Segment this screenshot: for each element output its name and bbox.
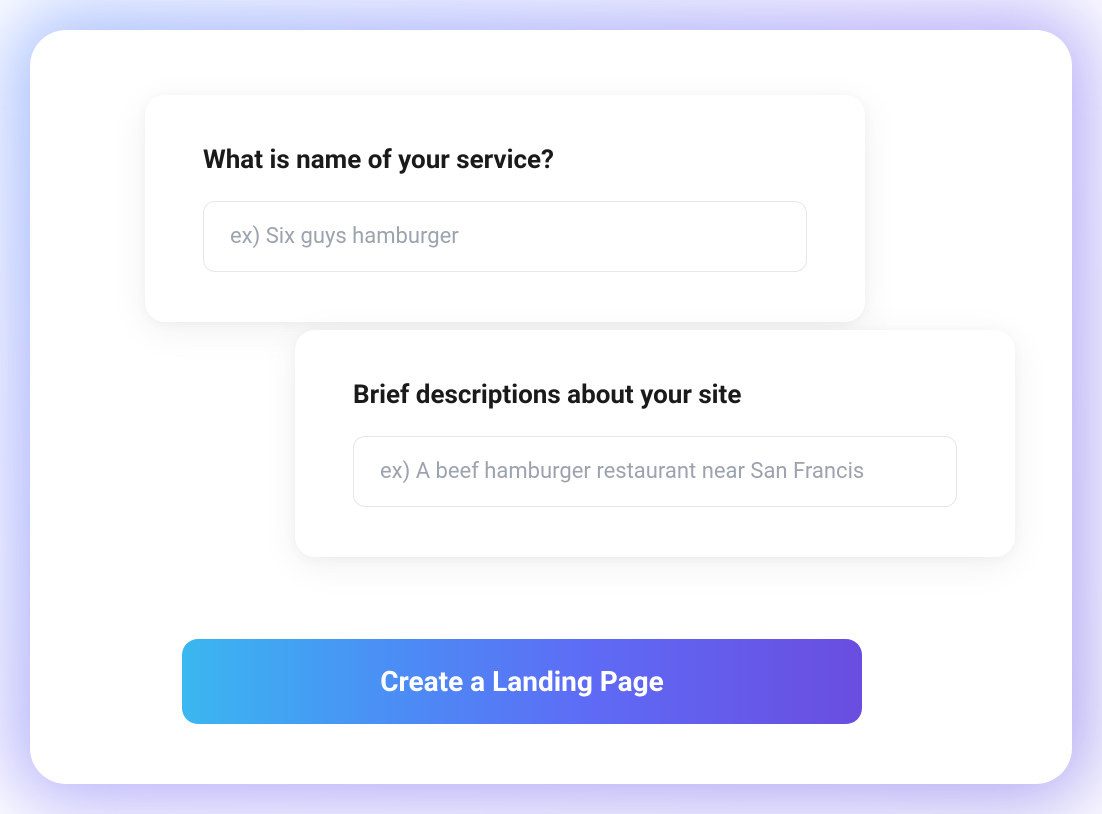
create-landing-page-button[interactable]: Create a Landing Page bbox=[182, 639, 862, 724]
main-container: What is name of your service? Brief desc… bbox=[30, 30, 1072, 784]
service-name-label: What is name of your service? bbox=[203, 145, 807, 175]
service-name-card: What is name of your service? bbox=[145, 95, 865, 322]
description-card: Brief descriptions about your site bbox=[295, 330, 1015, 557]
description-label: Brief descriptions about your site bbox=[353, 380, 957, 410]
service-name-input[interactable] bbox=[203, 201, 807, 272]
glow-wrapper: What is name of your service? Brief desc… bbox=[30, 30, 1072, 784]
description-input[interactable] bbox=[353, 436, 957, 507]
